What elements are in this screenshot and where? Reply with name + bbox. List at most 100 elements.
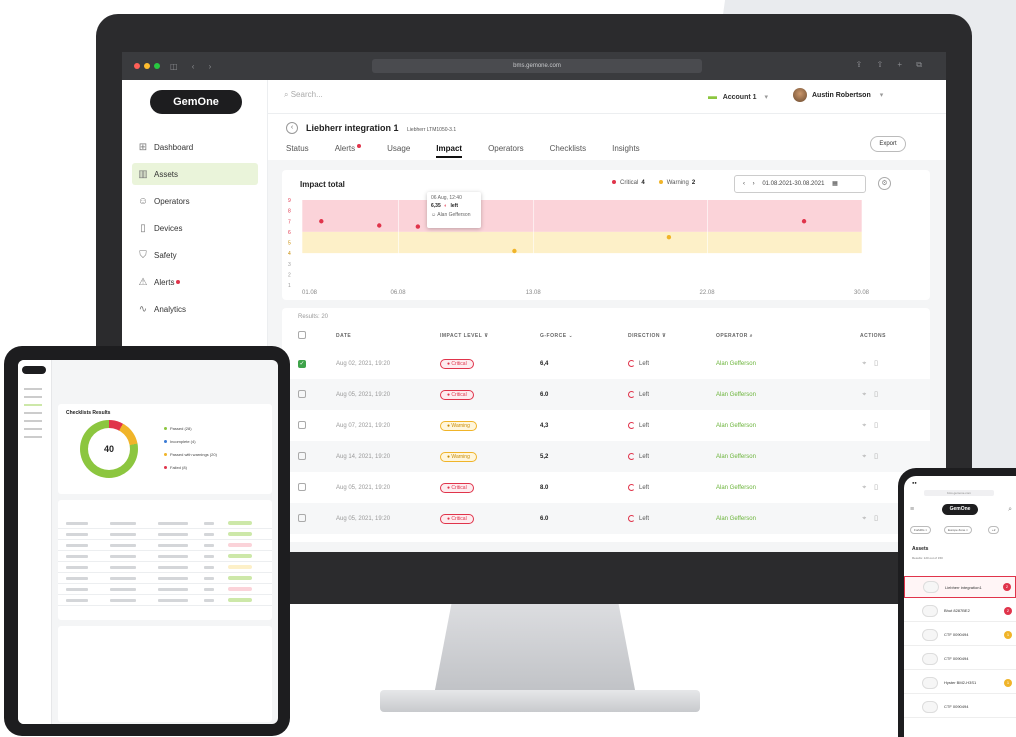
asset-thumbnail <box>922 652 938 665</box>
app-logo[interactable]: GemOne <box>150 90 242 114</box>
menu-icon[interactable]: ≡ <box>910 506 914 513</box>
row-checkbox[interactable] <box>298 420 322 431</box>
export-button[interactable]: Export <box>870 136 906 152</box>
tab-alerts[interactable]: Alerts <box>335 144 355 158</box>
filter-chip[interactable]: Forklifts × <box>910 526 932 534</box>
phone-asset-row[interactable]: CTF 0090494 <box>904 696 1016 718</box>
location-icon[interactable]: ⌖ <box>862 422 874 429</box>
impact-point-warning[interactable] <box>666 234 672 240</box>
location-icon[interactable]: ⌖ <box>862 453 874 460</box>
row-operator[interactable]: Alan Gefferson <box>716 516 826 522</box>
search-input[interactable]: ⌕ Search... <box>284 90 323 100</box>
row-checkbox[interactable] <box>298 482 322 493</box>
row-actions: ⌖▯ <box>826 421 886 430</box>
sidebar-item-operators[interactable]: ☺ Operators <box>132 190 258 212</box>
close-window-icon[interactable] <box>134 63 140 69</box>
col-date[interactable]: DATE <box>336 333 440 339</box>
delete-icon[interactable]: ▯ <box>874 422 886 429</box>
col-impact-level[interactable]: IMPACT LEVEL ⊽ <box>440 333 540 339</box>
sidebar-item-dashboard[interactable]: ⊞ Dashboard <box>132 136 258 158</box>
row-operator[interactable]: Alan Gefferson <box>716 485 826 491</box>
tablet-table-row[interactable] <box>58 572 272 573</box>
sidebar-item-assets[interactable]: ▥ Assets <box>132 163 258 185</box>
row-checkbox[interactable] <box>298 389 322 400</box>
impact-point-critical[interactable] <box>415 224 421 229</box>
row-operator[interactable]: Alan Gefferson <box>716 454 826 460</box>
tab-impact[interactable]: Impact <box>436 144 463 158</box>
maximize-window-icon[interactable] <box>154 63 160 69</box>
tablet-table-row[interactable] <box>58 561 272 562</box>
phone-asset-row[interactable]: CTF 0090494 1 <box>904 624 1016 646</box>
tablet-table-row[interactable] <box>58 583 272 584</box>
tablet-table-row[interactable] <box>58 528 272 529</box>
back-icon[interactable]: ‹ <box>286 122 298 134</box>
sidebar-item-safety[interactable]: ⛉ Safety <box>132 244 258 266</box>
filter-chip[interactable]: Europe Zone × <box>944 526 972 534</box>
row-checkbox[interactable] <box>298 451 322 462</box>
browser-action-icons[interactable]: ⇪ ⇧ + ⧉ <box>856 60 928 70</box>
table-row[interactable]: Aug 14, 2021, 19:20 ● Warning 5,2 Left Alan … <box>282 441 930 472</box>
row-operator[interactable]: Alan Gefferson <box>716 392 826 398</box>
browser-nav-icons[interactable]: ◫ ‹ › <box>170 62 217 71</box>
status-badge: ● Warning <box>440 451 477 462</box>
account-selector[interactable]: ▬ Account 1 ▾ <box>708 91 768 101</box>
phone-asset-row[interactable]: Hyster BM2-H3S1 1 <box>904 672 1016 694</box>
select-all-checkbox[interactable] <box>298 331 322 341</box>
impact-point-critical[interactable] <box>801 219 807 224</box>
table-row[interactable]: ✓ Aug 02, 2021, 19:20 ● Critical 6,4 Left Ala… <box>282 348 930 379</box>
minimize-window-icon[interactable] <box>144 63 150 69</box>
delete-icon[interactable]: ▯ <box>874 360 886 367</box>
tab-usage[interactable]: Usage <box>387 144 410 158</box>
col-operator[interactable]: OPERATOR ⌕ <box>716 333 826 339</box>
alerts-icon: ⚠ <box>138 276 148 288</box>
row-operator[interactable]: Alan Gefferson <box>716 423 826 429</box>
sidebar-item-alerts[interactable]: ⚠ Alerts <box>132 271 258 293</box>
tablet-table-row[interactable] <box>58 550 272 551</box>
window-controls[interactable] <box>134 63 160 69</box>
tablet-table-row[interactable] <box>58 594 272 595</box>
delete-icon[interactable]: ▯ <box>874 453 886 460</box>
asset-name: Bhut 8287BE2 <box>944 608 970 613</box>
delete-icon[interactable]: ▯ <box>874 391 886 398</box>
col-direction[interactable]: DIRECTION ⊽ <box>628 333 716 339</box>
tablet-table-row[interactable] <box>58 605 272 606</box>
sidebar-item-analytics[interactable]: ∿ Analytics <box>132 298 258 320</box>
table-row[interactable]: Aug 05, 2021, 19:20 ● Critical 8.0 Left Alan… <box>282 472 930 503</box>
results-count: Results: 20 <box>298 314 329 320</box>
impact-point-critical[interactable] <box>319 219 324 224</box>
tab-insights[interactable]: Insights <box>612 144 640 158</box>
row-checkbox[interactable] <box>298 513 322 524</box>
row-operator[interactable]: Alan Gefferson <box>716 361 826 367</box>
user-menu[interactable]: Austin Robertson ▾ <box>793 88 883 102</box>
row-checkbox[interactable]: ✓ <box>298 359 322 368</box>
filter-chip[interactable]: +2 <box>988 526 1000 534</box>
phone-asset-row[interactable]: CTF 0090494 <box>904 648 1016 670</box>
location-icon[interactable]: ⌖ <box>862 484 874 491</box>
tab-status[interactable]: Status <box>286 144 309 158</box>
tablet-table-cell <box>66 544 88 547</box>
impact-point-critical[interactable] <box>377 223 382 228</box>
location-icon[interactable]: ⌖ <box>862 391 874 398</box>
col-g-force[interactable]: G-FORCE ⌄ <box>540 333 628 339</box>
phone-asset-row[interactable]: Liebherr integration1 2 <box>904 576 1016 598</box>
row-actions: ⌖▯ <box>826 514 886 523</box>
location-icon[interactable]: ⌖ <box>862 515 874 522</box>
address-bar[interactable]: bms.gemone.com <box>372 59 702 73</box>
tab-operators[interactable]: Operators <box>488 144 524 158</box>
monitor-stand <box>433 604 637 696</box>
tab-checklists[interactable]: Checklists <box>550 144 586 158</box>
delete-icon[interactable]: ▯ <box>874 515 886 522</box>
search-icon[interactable]: ⌕ <box>1008 506 1012 514</box>
table-row[interactable]: Aug 07, 2021, 19:20 ● Warning 4,3 Left Alan … <box>282 410 930 441</box>
delete-icon[interactable]: ▯ <box>874 484 886 491</box>
phone-address-bar[interactable]: bms.gemone.com <box>924 490 994 496</box>
table-row[interactable]: Aug 05, 2021, 19:20 ● Critical 6.0 Left Alan… <box>282 379 930 410</box>
tablet-table-row[interactable] <box>58 539 272 540</box>
phone-screen: ●● bms.gemone.com GemOne ≡ ⌕ Forklifts ×… <box>904 476 1016 737</box>
location-icon[interactable]: ⌖ <box>862 360 874 367</box>
table-row[interactable]: Aug 05, 2021, 19:20 ● Critical 6.0 Left Alan… <box>282 503 930 534</box>
phone-logo[interactable]: GemOne <box>942 504 978 515</box>
phone-asset-row[interactable]: Bhut 8287BE2 2 <box>904 600 1016 622</box>
sidebar-item-devices[interactable]: ▯ Devices <box>132 217 258 239</box>
impact-point-warning[interactable] <box>512 248 517 254</box>
